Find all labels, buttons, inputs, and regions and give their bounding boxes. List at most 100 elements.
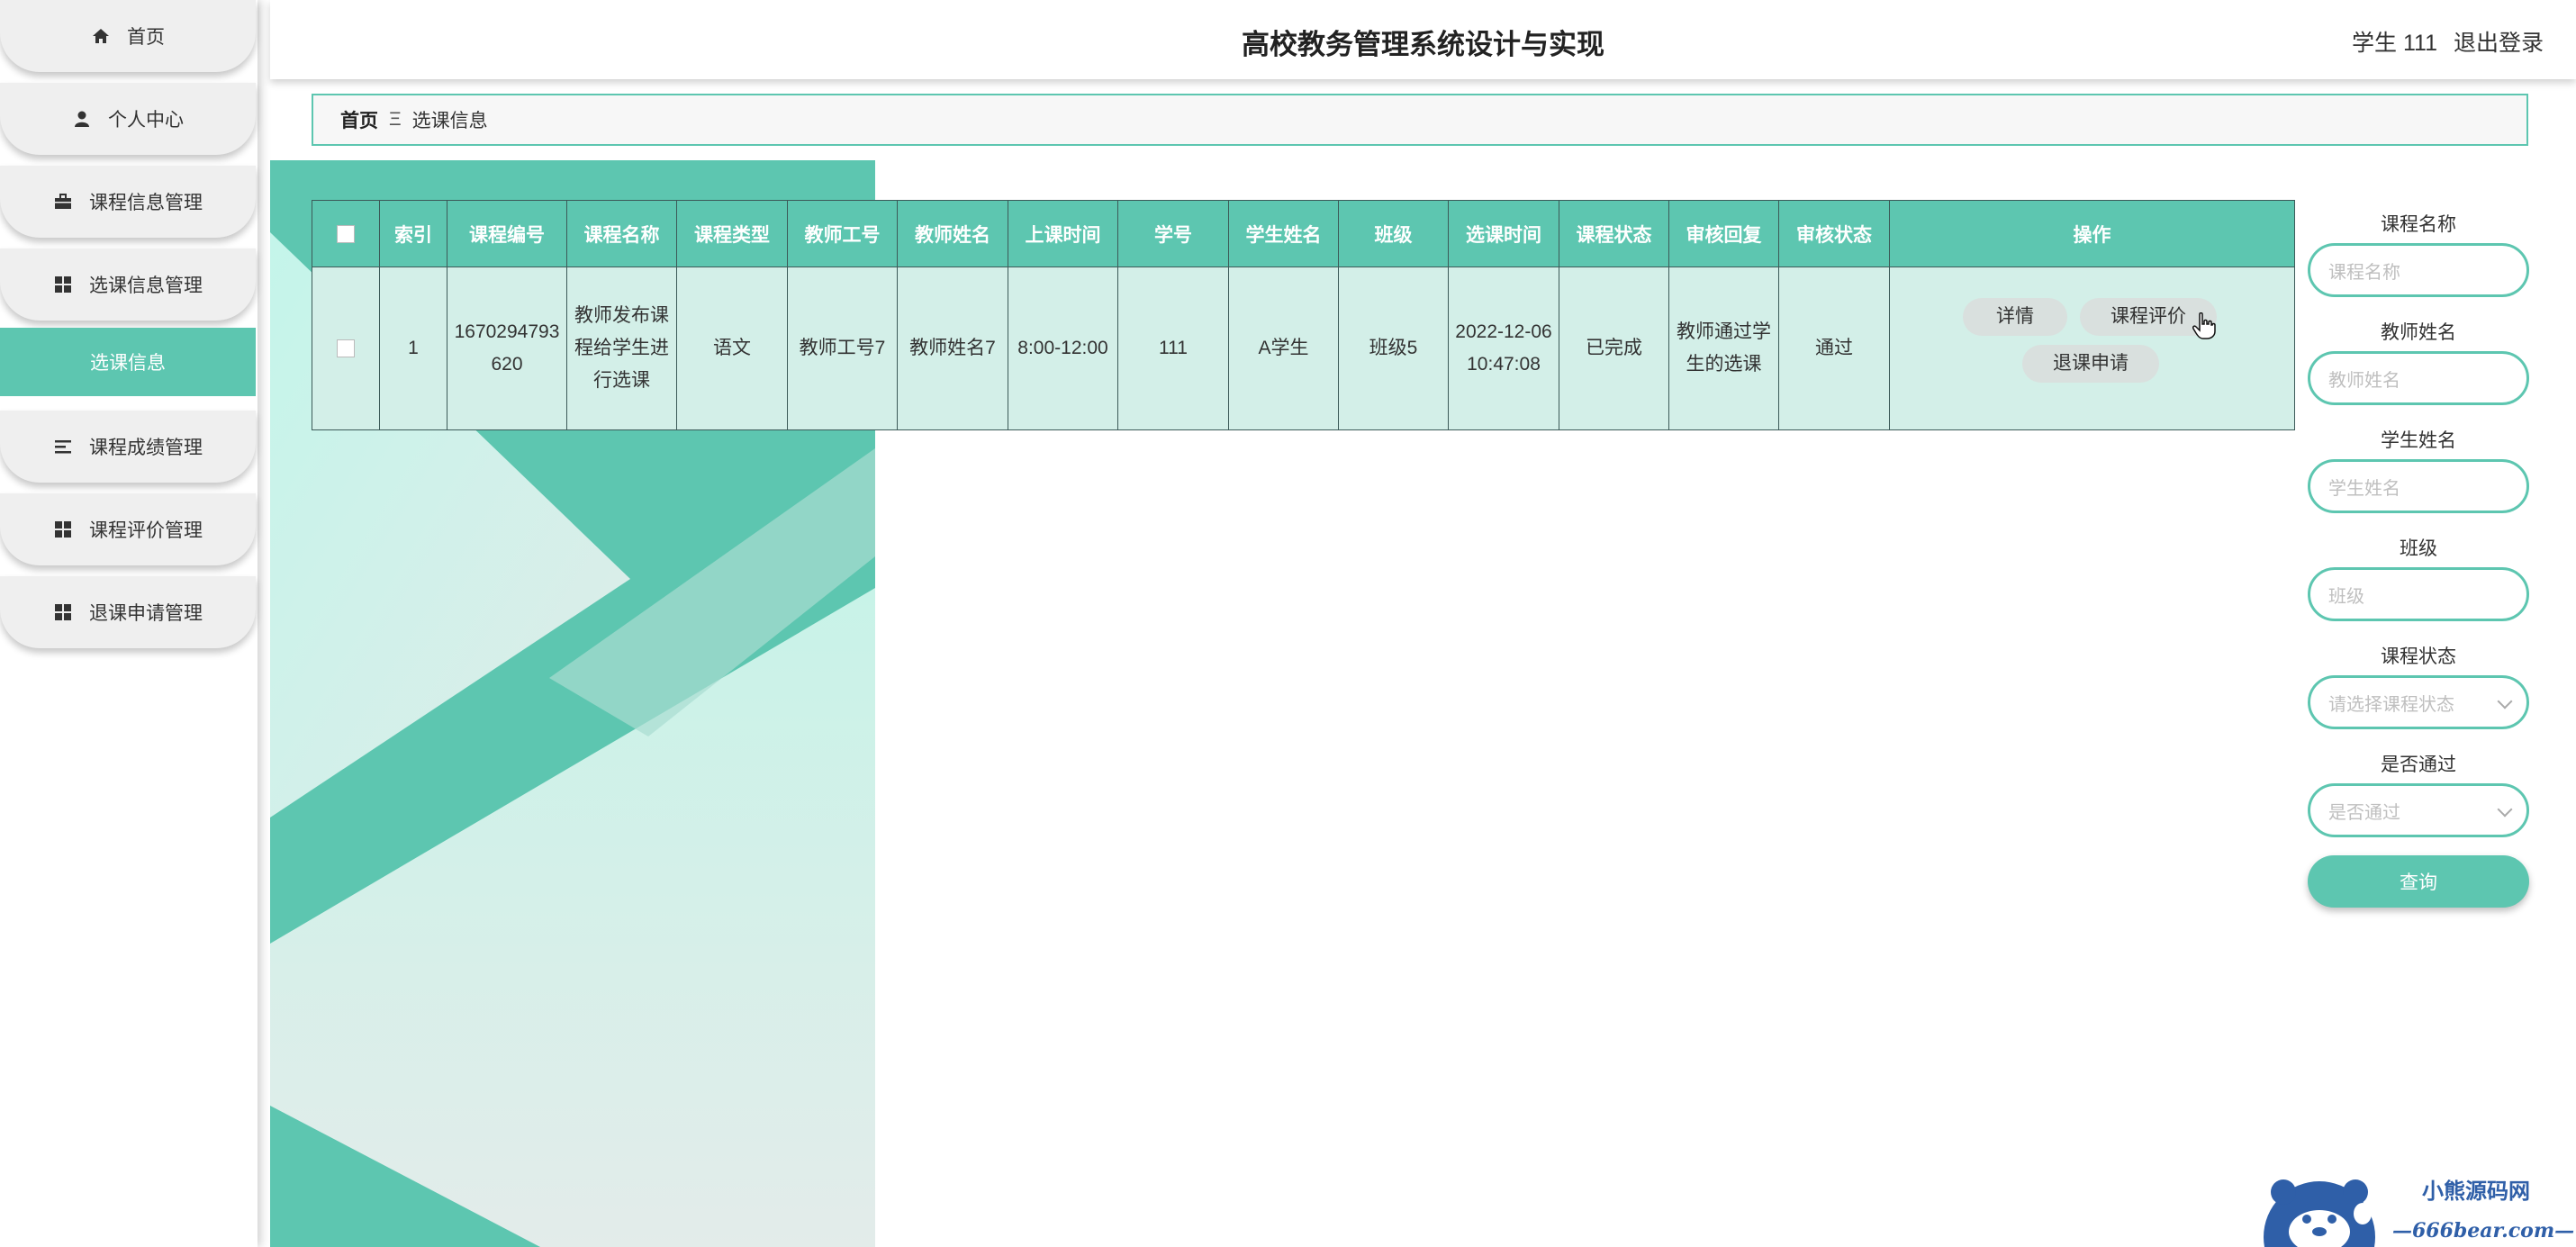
student-name-label: 学生姓名 xyxy=(2381,430,2456,451)
column-header: 学号 xyxy=(1117,200,1229,267)
cell-teacher-no: 教师工号7 xyxy=(787,267,898,430)
sidebar-item-label: 选课信息管理 xyxy=(89,276,203,296)
sidebar-item-evaluation-manage[interactable]: 课程评价管理 xyxy=(0,493,256,565)
actions-container: 详情 课程评价 退课申请 xyxy=(1895,267,2289,429)
cell-index: 1 xyxy=(379,267,447,430)
student-name-placeholder: 学生姓名 xyxy=(2328,478,2400,499)
cell-course-type: 语文 xyxy=(676,267,788,430)
cell-class: 班级5 xyxy=(1338,267,1449,430)
class-label: 班级 xyxy=(2400,538,2437,559)
sidebar-item-label: 课程成绩管理 xyxy=(89,438,203,458)
course-name-placeholder: 课程名称 xyxy=(2328,262,2400,283)
course-name-input[interactable]: 课程名称 xyxy=(2308,243,2529,297)
pass-label: 是否通过 xyxy=(2381,755,2456,775)
column-header: 审核回复 xyxy=(1668,200,1779,267)
column-header: 课程编号 xyxy=(447,200,567,267)
watermark-logo: 小熊源码网 —666bear.com— xyxy=(2262,1167,2576,1247)
select-all-checkbox[interactable] xyxy=(337,224,355,243)
column-header: 操作 xyxy=(1889,200,2295,267)
sidebar-item-label: 个人中心 xyxy=(108,110,184,131)
sidebar-item-course-info[interactable]: 课程信息管理 xyxy=(0,166,256,238)
sidebar-item-selection-info[interactable]: 选课信息 xyxy=(0,328,256,396)
breadcrumb: 首页 Ξ 选课信息 xyxy=(312,94,2528,146)
pass-placeholder: 是否通过 xyxy=(2328,802,2400,823)
cell-teacher-name: 教师姓名7 xyxy=(897,267,1008,430)
cell-course-status: 已完成 xyxy=(1559,267,1669,430)
sidebar-item-grade-manage[interactable]: 课程成绩管理 xyxy=(0,411,256,483)
chevron-down-icon xyxy=(2497,693,2513,709)
sidebar-item-selection-manage[interactable]: 选课信息管理 xyxy=(0,248,256,321)
withdraw-button[interactable]: 退课申请 xyxy=(2022,345,2159,383)
sidebar-item-label: 首页 xyxy=(127,27,165,48)
teacher-name-placeholder: 教师姓名 xyxy=(2328,370,2400,391)
cell-student-name: A学生 xyxy=(1228,267,1339,430)
user-area: 学生 111 退出登录 xyxy=(2352,25,2544,58)
column-header: 教师姓名 xyxy=(897,200,1008,267)
logout-button[interactable]: 退出登录 xyxy=(2454,25,2544,58)
detail-button[interactable]: 详情 xyxy=(1963,298,2067,336)
query-button[interactable]: 查询 xyxy=(2308,855,2529,908)
pass-select[interactable]: 是否通过 xyxy=(2308,783,2529,837)
hand-cursor-icon xyxy=(2192,312,2216,339)
cell-actions: 详情 课程评价 退课申请 xyxy=(1889,267,2295,430)
page-title: 高校教务管理系统设计与实现 xyxy=(1242,29,1604,60)
top-header: 高校教务管理系统设计与实现 学生 111 退出登录 xyxy=(270,0,2576,79)
grid-icon xyxy=(53,520,73,539)
cell-student-no: 111 xyxy=(1117,267,1229,430)
breadcrumb-separator: Ξ xyxy=(389,109,402,130)
class-input[interactable]: 班级 xyxy=(2308,567,2529,621)
breadcrumb-home[interactable]: 首页 xyxy=(340,106,378,133)
sidebar-item-label: 选课信息 xyxy=(90,353,166,374)
cell-class-time: 8:00-12:00 xyxy=(1008,267,1118,430)
person-icon xyxy=(72,109,92,129)
column-header: 教师工号 xyxy=(787,200,898,267)
teacher-name-label: 教师姓名 xyxy=(2381,322,2456,343)
sidebar-item-personal-center[interactable]: 个人中心 xyxy=(0,83,256,155)
class-placeholder: 班级 xyxy=(2328,586,2364,607)
column-header: 选课时间 xyxy=(1448,200,1559,267)
table-header-row: 索引 课程编号 课程名称 课程类型 教师工号 教师姓名 上课时间 学号 学生姓名… xyxy=(312,200,2295,267)
search-panel: 课程名称 课程名称 教师姓名 教师姓名 学生姓名 学生姓名 班级 班级 课程状态… xyxy=(2308,207,2529,908)
watermark-name: 小熊源码网 xyxy=(2422,1179,2530,1204)
course-status-label: 课程状态 xyxy=(2381,646,2456,667)
briefcase-icon xyxy=(53,192,73,212)
column-header: 上课时间 xyxy=(1008,200,1118,267)
grid-icon xyxy=(53,602,73,622)
breadcrumb-current: 选课信息 xyxy=(411,111,488,131)
row-checkbox-cell[interactable] xyxy=(312,267,380,430)
column-header: 学生姓名 xyxy=(1228,200,1339,267)
sidebar-item-label: 课程评价管理 xyxy=(89,520,203,541)
course-status-placeholder: 请选择课程状态 xyxy=(2328,694,2454,715)
sidebar: 首页 个人中心 课程信息管理 选课信息管理 选课信息 课程成绩管理 课程评价管理 xyxy=(0,0,258,1247)
row-checkbox[interactable] xyxy=(337,339,355,358)
column-header: 课程类型 xyxy=(676,200,788,267)
course-no-text: 1670294793620 xyxy=(454,321,560,375)
user-label: 学生 111 xyxy=(2352,31,2437,56)
selection-table: 索引 课程编号 课程名称 课程类型 教师工号 教师姓名 上课时间 学号 学生姓名… xyxy=(312,200,2295,430)
list-icon xyxy=(53,437,73,456)
column-header: 索引 xyxy=(379,200,447,267)
teacher-name-input[interactable]: 教师姓名 xyxy=(2308,351,2529,405)
sidebar-item-label: 课程信息管理 xyxy=(89,193,203,213)
sidebar-item-withdraw-manage[interactable]: 退课申请管理 xyxy=(0,576,256,648)
column-header: 课程名称 xyxy=(566,200,677,267)
cell-review-status: 通过 xyxy=(1778,267,1890,430)
cell-course-no: 1670294793620 xyxy=(447,267,567,430)
home-icon xyxy=(91,26,111,46)
select-time-text: 2022-12-06 10:47:08 xyxy=(1455,321,1552,375)
watermark-url: —666bear.com— xyxy=(2392,1219,2574,1242)
select-all-checkbox-cell[interactable] xyxy=(312,200,380,267)
cell-review-reply: 教师通过学生的选课 xyxy=(1668,267,1779,430)
course-status-select[interactable]: 请选择课程状态 xyxy=(2308,675,2529,729)
column-header: 课程状态 xyxy=(1559,200,1669,267)
column-header: 班级 xyxy=(1338,200,1449,267)
table-row: 1 1670294793620 教师发布课程给学生进行选课 语文 教师工号7 教… xyxy=(312,267,2295,430)
column-header: 审核状态 xyxy=(1778,200,1890,267)
sidebar-item-home[interactable]: 首页 xyxy=(0,0,256,72)
chevron-down-icon xyxy=(2497,801,2513,818)
sidebar-item-label: 退课申请管理 xyxy=(89,603,203,624)
student-name-input[interactable]: 学生姓名 xyxy=(2308,459,2529,513)
class-time-text: 8:00-12:00 xyxy=(1017,338,1108,358)
cell-select-time: 2022-12-06 10:47:08 xyxy=(1448,267,1559,430)
cell-course-name: 教师发布课程给学生进行选课 xyxy=(566,267,677,430)
